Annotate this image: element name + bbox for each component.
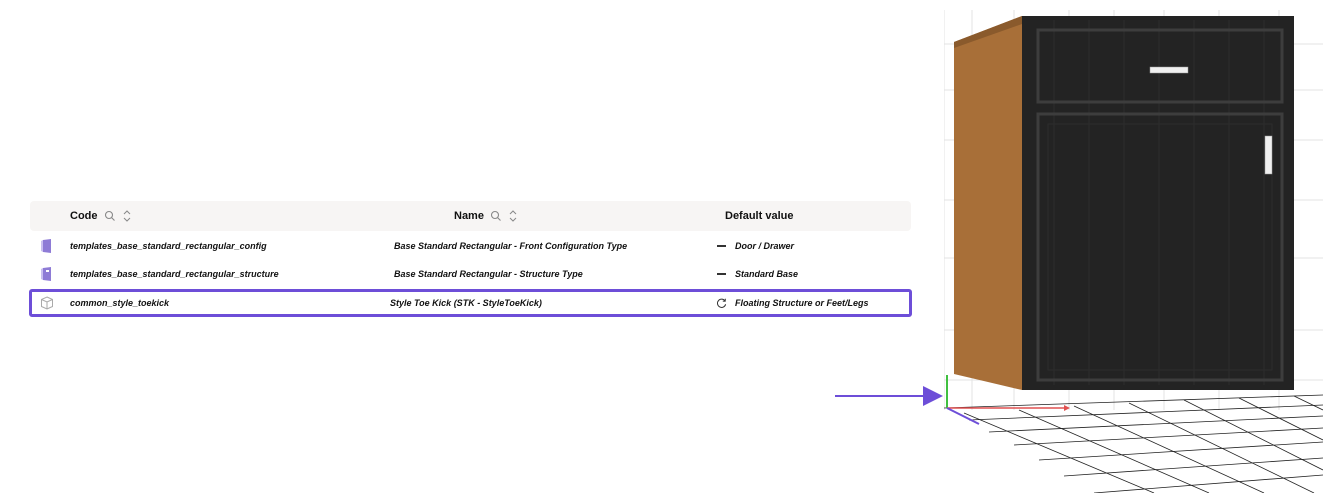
reset-icon[interactable] [716, 298, 727, 309]
cabinet[interactable] [954, 16, 1294, 390]
column-name-header[interactable]: Name [454, 201, 518, 231]
row-default[interactable]: Floating Structure or Feet/Legs [716, 290, 869, 316]
column-code-header[interactable]: Code [70, 201, 132, 231]
row-default-value: Floating Structure or Feet/Legs [735, 298, 869, 308]
sort-icon[interactable] [508, 208, 518, 224]
row-name: Base Standard Rectangular - Front Config… [394, 241, 628, 251]
row-default-value: Door / Drawer [735, 241, 795, 251]
dash-icon [717, 245, 726, 247]
row-code: templates_base_standard_rectangular_stru… [70, 269, 279, 279]
cube-icon [41, 296, 53, 310]
structure-panel-icon [41, 267, 51, 281]
row-code: common_style_toekick [70, 298, 170, 308]
dash-icon [717, 273, 726, 275]
row-default[interactable]: Door / Drawer [715, 234, 794, 258]
floor-grid [944, 394, 1323, 493]
sort-icon[interactable] [122, 208, 132, 224]
pointer-arrow [835, 386, 943, 406]
row-default[interactable]: Standard Base [715, 262, 798, 286]
column-name-label: Name [454, 210, 484, 222]
table-row-highlighted[interactable]: common_style_toekick Style Toe Kick (STK… [29, 289, 912, 317]
row-name: Style Toe Kick (STK - StyleToeKick) [390, 298, 542, 308]
axis-z [946, 407, 980, 425]
cabinet-side-panel [954, 16, 1022, 390]
config-panel-icon [41, 239, 51, 253]
table-row[interactable]: templates_base_standard_rectangular_stru… [30, 262, 911, 286]
drawer-handle [1149, 66, 1189, 74]
table-header: Code Name Default value [30, 201, 911, 231]
properties-table: Code Name Default value templates_base_s… [29, 201, 912, 317]
row-code: templates_base_standard_rectangular_conf… [70, 241, 267, 251]
row-default-value: Standard Base [735, 269, 799, 279]
table-row[interactable]: templates_base_standard_rectangular_conf… [30, 234, 911, 258]
search-icon[interactable] [104, 210, 116, 222]
search-icon[interactable] [490, 210, 502, 222]
row-name: Base Standard Rectangular - Structure Ty… [394, 269, 583, 279]
column-default-label: Default value [725, 210, 794, 222]
3d-viewport[interactable] [944, 0, 1323, 493]
door-handle [1264, 135, 1273, 175]
column-default-header: Default value [725, 201, 799, 231]
column-code-label: Code [70, 210, 98, 222]
